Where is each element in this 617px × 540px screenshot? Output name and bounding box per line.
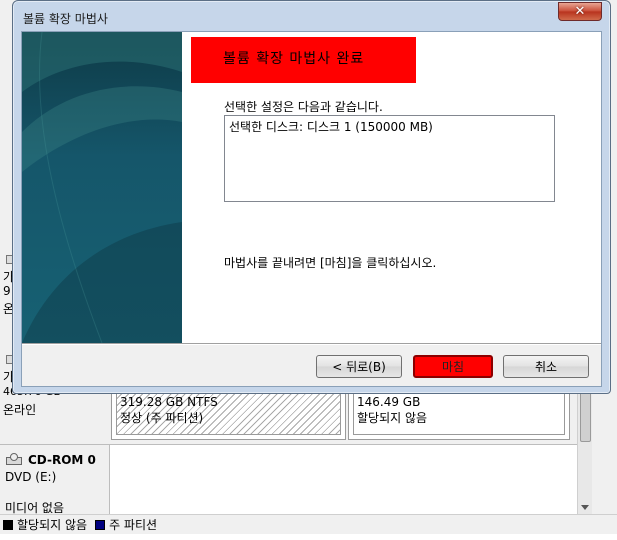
window-title: 볼륨 확장 마법사 xyxy=(23,12,108,26)
vertical-scrollbar[interactable] xyxy=(577,384,592,514)
status-area xyxy=(0,534,617,540)
legend-item-primary: 주 파티션 xyxy=(95,516,157,533)
finish-button[interactable]: 마침 xyxy=(413,355,493,378)
cdrom-info: CD-ROM 0 DVD (E:) 미디어 없음 xyxy=(0,445,110,515)
summary-line: 선택한 디스크: 디스크 1 (150000 MB) xyxy=(229,120,433,134)
close-button[interactable]: ✕ xyxy=(558,2,602,21)
legend-label: 할당되지 않음 xyxy=(17,518,88,532)
wizard-client-area: 볼륨 확장 마법사 완료 선택한 설정은 다음과 같습니다. 선택한 디스크: … xyxy=(21,31,602,387)
partition-status: 정상 (주 파티션) xyxy=(120,411,204,425)
finish-button-label: 마침 xyxy=(441,360,465,374)
cancel-button[interactable]: 취소 xyxy=(503,355,589,378)
scrollbar-thumb[interactable] xyxy=(580,392,591,442)
back-button-label: < 뒤로(B) xyxy=(332,360,386,374)
close-icon: ✕ xyxy=(574,4,586,19)
wizard-decoration xyxy=(22,32,182,343)
partition-body: 319.28 GB NTFS 정상 (주 파티션) xyxy=(116,391,341,435)
banner-title: 볼륨 확장 마법사 완료 xyxy=(223,51,365,67)
extend-volume-wizard-window: 볼륨 확장 마법사 ✕ 볼륨 확장 마법사 완료 선택한 설정은 다음과 같습니… xyxy=(12,0,611,394)
legend-swatch xyxy=(3,519,13,530)
wizard-content: 볼륨 확장 마법사 완료 선택한 설정은 다음과 같습니다. 선택한 디스크: … xyxy=(182,32,601,343)
partition-body: 146.49 GB 할당되지 않음 xyxy=(353,391,565,435)
legend: 할당되지 않음 주 파티션 xyxy=(0,514,617,534)
title-bar[interactable]: 볼륨 확장 마법사 ✕ xyxy=(13,1,610,31)
legend-label: 주 파티션 xyxy=(109,518,158,532)
legend-swatch xyxy=(95,519,106,530)
partition-size: 146.49 GB xyxy=(357,395,421,409)
finish-hint: 마법사를 끝내려면 [마침]을 클릭하십시오. xyxy=(224,256,437,270)
cancel-button-label: 취소 xyxy=(534,360,558,374)
wizard-side-graphic xyxy=(22,32,182,343)
cdrom-title: CD-ROM 0 xyxy=(28,453,96,467)
disk-status: 온라인 xyxy=(3,403,37,417)
disk-size-fragment: 9 xyxy=(3,284,11,298)
scroll-down-arrow-icon[interactable] xyxy=(581,505,589,510)
partition-size: 319.28 GB NTFS xyxy=(120,395,218,409)
cdrom-drive: DVD (E:) xyxy=(5,470,57,484)
cdrom-row: CD-ROM 0 DVD (E:) 미디어 없음 xyxy=(0,444,577,515)
cdrom-icon xyxy=(5,453,23,465)
settings-summary-box[interactable]: 선택한 디스크: 디스크 1 (150000 MB) xyxy=(224,115,555,202)
legend-item-unallocated: 할당되지 않음 xyxy=(3,516,87,533)
back-button[interactable]: < 뒤로(B) xyxy=(316,355,402,378)
button-separator xyxy=(22,343,601,344)
settings-intro: 선택한 설정은 다음과 같습니다. xyxy=(224,100,383,114)
partition-status: 할당되지 않음 xyxy=(357,411,428,425)
completion-banner: 볼륨 확장 마법사 완료 xyxy=(191,37,416,83)
right-panel-edge xyxy=(592,384,617,524)
